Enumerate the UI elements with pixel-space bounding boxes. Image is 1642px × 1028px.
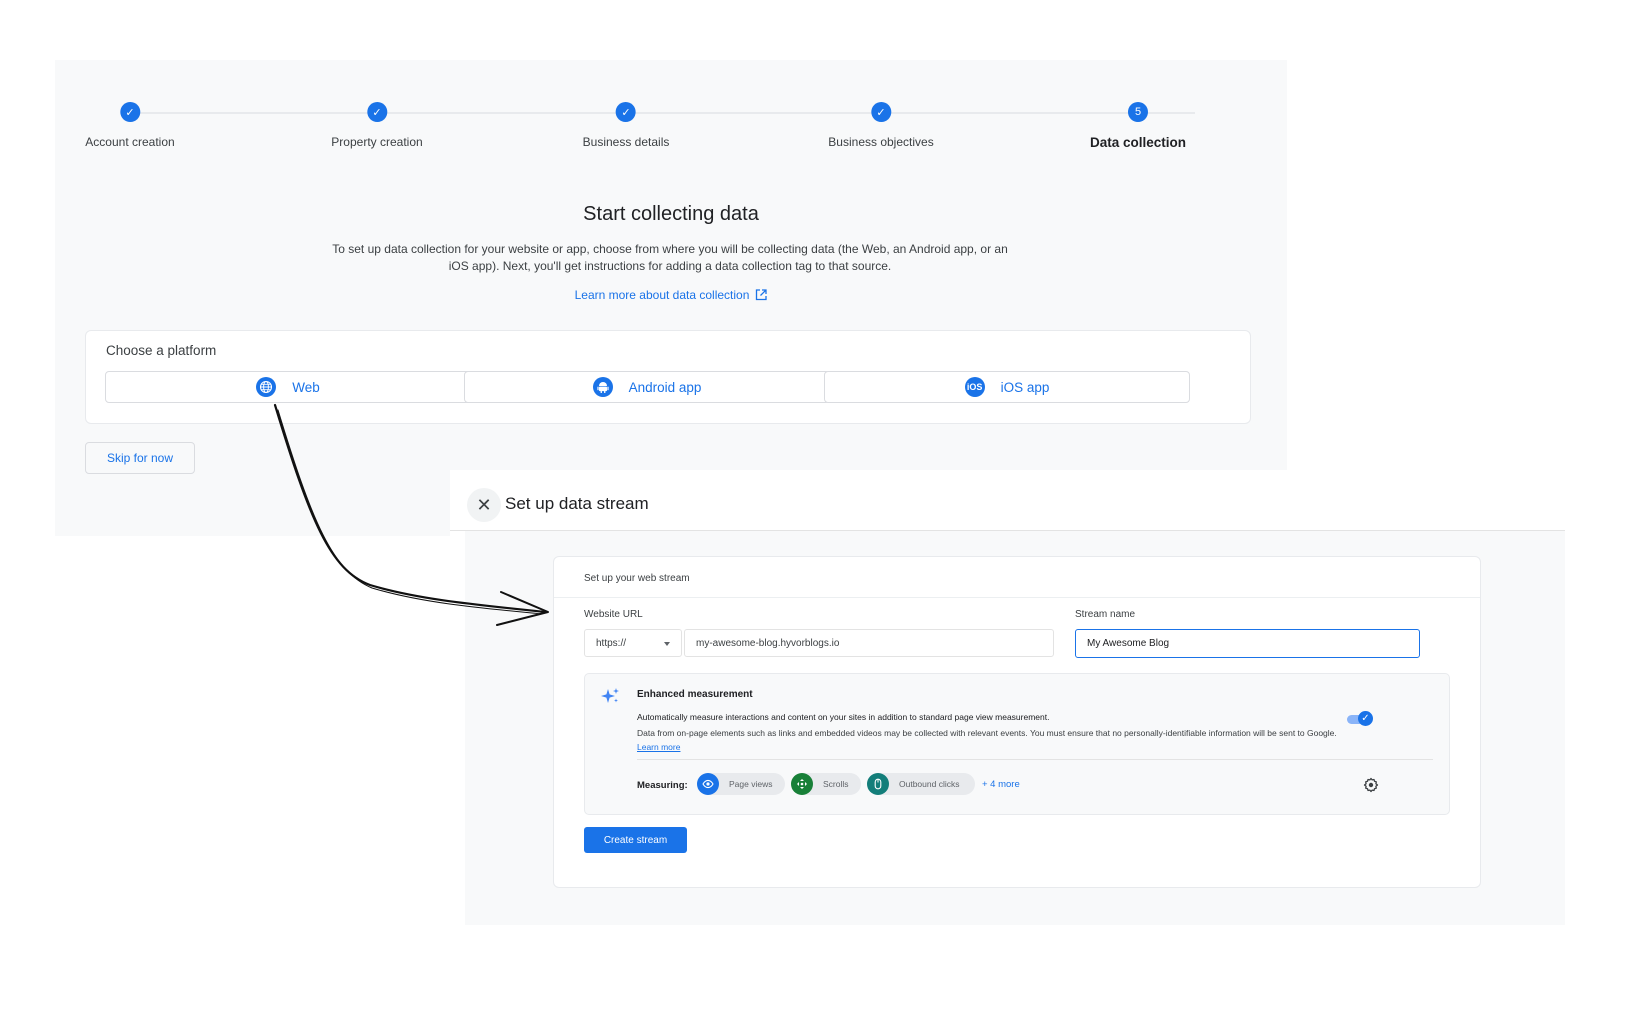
dialog-header: ✕ Set up data stream (450, 470, 1565, 531)
chip-label: Scrolls (823, 779, 849, 789)
data-stream-panel: ✕ Set up data stream Set up your web str… (450, 470, 1565, 925)
step-label: Business details (582, 135, 670, 149)
check-icon: ✓ (616, 102, 636, 122)
chip-label: Page views (729, 779, 773, 789)
platform-title: Choose a platform (106, 343, 217, 358)
step-business-details: ✓ Business details (582, 102, 670, 149)
android-platform-button[interactable]: Android app (464, 371, 830, 403)
ios-label: iOS app (1000, 379, 1050, 395)
enhanced-measurement-title: Enhanced measurement (637, 689, 753, 700)
globe-icon (256, 377, 277, 397)
ios-platform-button[interactable]: iOS iOS app (824, 371, 1190, 403)
enhanced-desc-text: Data from on-page elements such as links… (637, 728, 1337, 738)
dialog-body: Set up your web stream Website URL https… (465, 531, 1565, 925)
stream-name-label: Stream name (1075, 609, 1136, 620)
step-number: 5 (1128, 102, 1148, 122)
chip-outbound-clicks: Outbound clicks (867, 773, 975, 795)
measuring-label: Measuring: (637, 780, 688, 791)
learn-more-link[interactable]: Learn more (637, 742, 680, 752)
close-icon: ✕ (476, 494, 492, 515)
property-setup-panel: ✓ Account creation ✓ Property creation ✓… (55, 60, 1287, 536)
create-stream-button[interactable]: Create stream (584, 827, 687, 853)
website-url-input[interactable] (684, 629, 1054, 657)
intro-description: To set up data collection for your websi… (332, 242, 1008, 273)
enhanced-desc-secondary: Data from on-page elements such as links… (637, 726, 1357, 754)
card-title: Set up your web stream (584, 573, 690, 584)
close-button[interactable]: ✕ (467, 488, 501, 522)
step-property-creation: ✓ Property creation (331, 102, 423, 149)
enhanced-measurement-box: Enhanced measurement Automatically measu… (584, 673, 1450, 815)
step-label: Data collection (1089, 135, 1187, 150)
check-icon: ✓ (1358, 711, 1373, 726)
web-label: Web (292, 379, 320, 395)
learn-more-text[interactable]: Learn more about data collection (575, 288, 750, 302)
scroll-icon (791, 773, 813, 795)
check-icon: ✓ (119, 102, 140, 122)
android-label: Android app (628, 379, 702, 395)
step-account-creation: ✓ Account creation (85, 102, 175, 149)
external-link-icon (755, 289, 768, 304)
skip-for-now-button[interactable]: Skip for now (85, 442, 195, 474)
step-data-collection: 5 Data collection (1090, 102, 1186, 150)
chip-scrolls: Scrolls (791, 773, 861, 795)
protocol-select[interactable]: https:// (584, 629, 682, 657)
ios-icon: iOS (964, 377, 985, 397)
platform-card: Choose a platform Web Android app iOS iO… (85, 330, 1251, 424)
web-platform-button[interactable]: Web (105, 371, 471, 403)
protocol-value: https:// (596, 638, 627, 649)
dialog-title: Set up data stream (505, 494, 649, 513)
card-header: Set up your web stream (554, 557, 1480, 598)
chip-label: Outbound clicks (899, 779, 960, 789)
check-icon: ✓ (366, 102, 387, 122)
stream-name-input[interactable] (1075, 629, 1420, 658)
page-title: Start collecting data (583, 203, 759, 225)
step-label: Business objectives (828, 135, 934, 149)
step-business-objectives: ✓ Business objectives (828, 102, 934, 149)
android-icon (592, 377, 613, 397)
more-measurements-link[interactable]: + 4 more (982, 779, 1020, 790)
eye-icon (697, 773, 719, 795)
website-url-label: Website URL (584, 609, 643, 620)
chevron-down-icon (664, 642, 670, 646)
sparkle-icon (601, 686, 621, 711)
web-stream-card: Set up your web stream Website URL https… (553, 556, 1481, 888)
gear-icon[interactable] (1363, 777, 1379, 798)
learn-more-link[interactable]: Learn more about data collection (55, 288, 1287, 304)
check-icon: ✓ (870, 102, 891, 122)
mouse-icon (867, 773, 889, 795)
divider (637, 759, 1433, 760)
enhanced-measurement-toggle[interactable]: ✓ (1345, 711, 1373, 727)
step-label: Account creation (85, 135, 175, 149)
step-label: Property creation (331, 135, 423, 149)
enhanced-desc-primary: Automatically measure interactions and c… (637, 712, 1050, 722)
chip-page-views: Page views (697, 773, 785, 795)
